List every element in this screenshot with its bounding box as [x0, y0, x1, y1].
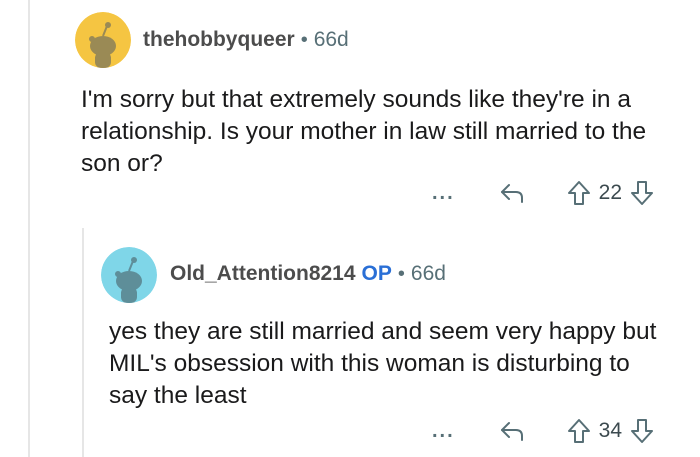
comment-body: I'm sorry but that extremely sounds like… [81, 86, 647, 177]
comment-meta: Old_Attention8214 OP • 66d [170, 262, 446, 286]
meta-separator: • [300, 28, 308, 51]
meta-separator: • [397, 262, 405, 285]
avatar[interactable] [75, 12, 131, 68]
username[interactable]: Old_Attention8214 [170, 262, 356, 286]
avatar[interactable] [101, 247, 157, 303]
snoo-avatar-icon [101, 247, 157, 303]
comment-meta: thehobbyqueer • 66d [143, 28, 349, 52]
op-badge: OP [361, 262, 392, 285]
reply-icon[interactable] [499, 182, 525, 204]
comment-age: 66d [313, 28, 349, 51]
thread-line-reply [82, 228, 84, 457]
more-options-button[interactable]: ... [432, 182, 455, 205]
vote-score: 22 [598, 181, 623, 204]
reply-icon[interactable] [499, 420, 525, 442]
comment-age: 66d [410, 262, 446, 285]
snoo-avatar-icon [75, 12, 131, 68]
comment-actions: ... 22 [432, 180, 654, 206]
downvote-icon[interactable] [630, 418, 654, 444]
username[interactable]: thehobbyqueer [143, 28, 295, 52]
upvote-icon[interactable] [567, 418, 591, 444]
thread-line-outer [28, 0, 30, 457]
upvote-icon[interactable] [567, 180, 591, 206]
downvote-icon[interactable] [630, 180, 654, 206]
more-options-button[interactable]: ... [432, 420, 455, 443]
comment-actions: ... 34 [432, 418, 654, 444]
vote-score: 34 [598, 419, 623, 442]
comment-body: yes they are still married and seem very… [109, 318, 657, 409]
